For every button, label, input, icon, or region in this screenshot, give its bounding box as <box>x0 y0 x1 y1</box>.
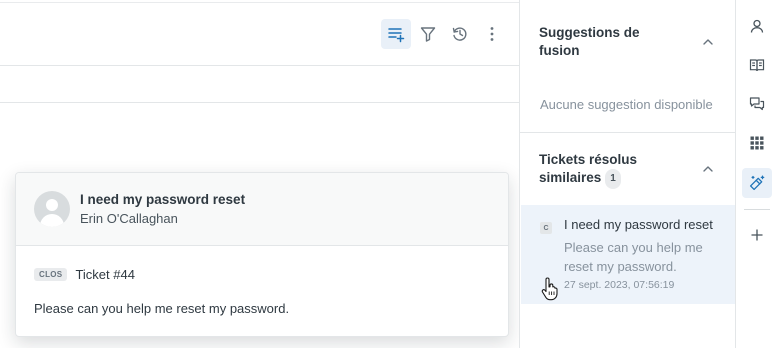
filter-icon <box>420 27 436 42</box>
chevron-up-icon[interactable] <box>701 35 715 49</box>
divider <box>744 209 770 210</box>
avatar <box>34 191 70 227</box>
similar-tickets-title[interactable]: Tickets résolus similaires 1 <box>539 151 637 189</box>
knowledge-book-icon <box>749 59 765 72</box>
apps-button[interactable] <box>742 128 772 158</box>
ticket-line: CLOS Ticket #44 <box>34 264 490 284</box>
no-suggestions-text: Aucune suggestion disponible <box>540 97 713 112</box>
hand-cursor-icon <box>541 277 558 301</box>
merge-suggestions-title-line2: fusion <box>539 43 580 58</box>
avatar-body-shape <box>40 214 64 227</box>
card-header: I need my password reset Erin O'Callagha… <box>16 173 508 246</box>
merge-suggestions-title[interactable]: Suggestions de fusion <box>539 24 640 60</box>
magic-wand-icon <box>749 175 765 191</box>
divider <box>0 65 519 66</box>
ticket-number: Ticket #44 <box>75 266 135 282</box>
apps-grid-icon <box>750 136 764 150</box>
add-app-button[interactable] <box>742 220 772 250</box>
status-badge: CLOS <box>34 267 68 281</box>
divider <box>0 2 519 3</box>
card-description: Please can you help me reset my password… <box>34 301 290 316</box>
intelligence-button[interactable] <box>742 168 772 198</box>
status-badge: C <box>540 222 552 234</box>
view-toolbar <box>381 18 507 50</box>
filter-button[interactable] <box>413 19 443 49</box>
conversations-icon <box>749 97 765 111</box>
history-icon <box>452 27 467 41</box>
similar-ticket-description: Please can you help me reset my password… <box>564 240 703 274</box>
merge-suggestions-title-line1: Suggestions de <box>539 25 640 40</box>
user-icon <box>750 19 764 33</box>
card-author: Erin O'Callaghan <box>80 210 178 226</box>
chevron-up-icon[interactable] <box>701 162 715 176</box>
more-options-button[interactable] <box>477 19 507 49</box>
knowledge-button[interactable] <box>742 50 772 80</box>
main-area: I need my password reset Erin O'Callagha… <box>0 0 519 348</box>
user-profile-button[interactable] <box>742 11 772 41</box>
similar-ticket-title: I need my password reset <box>564 217 713 232</box>
add-to-list-button[interactable] <box>381 19 411 49</box>
add-to-list-icon <box>388 28 405 43</box>
card-body: CLOS Ticket #44 Please can you help me r… <box>16 246 508 316</box>
count-badge: 1 <box>605 169 621 189</box>
avatar-head-shape <box>46 199 58 211</box>
similar-ticket-date: 27 sept. 2023, 07:56:19 <box>564 279 675 291</box>
more-vertical-icon <box>490 27 494 41</box>
divider <box>520 132 736 133</box>
history-button[interactable] <box>445 19 475 49</box>
card-title: I need my password reset <box>80 191 246 207</box>
conversations-button[interactable] <box>742 89 772 119</box>
similar-tickets-title-line1: Tickets résolus <box>539 152 638 167</box>
add-icon <box>751 229 763 241</box>
card-header-text: I need my password reset Erin O'Callagha… <box>80 191 245 228</box>
ticket-preview-card: I need my password reset Erin O'Callagha… <box>15 172 509 337</box>
apps-rail <box>735 0 777 348</box>
divider <box>0 102 519 103</box>
similar-tickets-title-line2: similaires <box>539 170 602 185</box>
